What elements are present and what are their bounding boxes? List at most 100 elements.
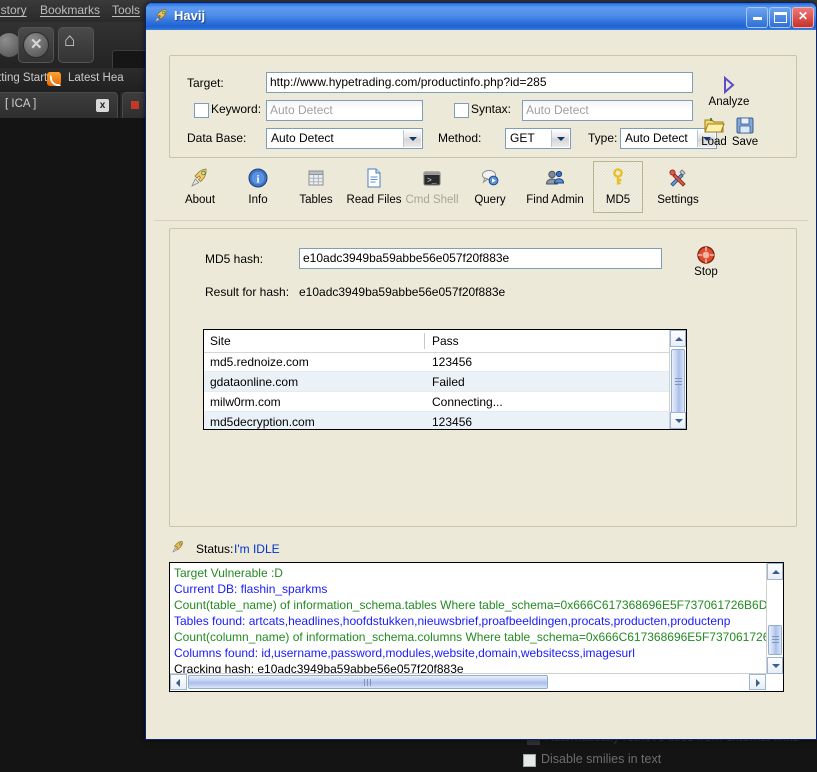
scroll-right-button[interactable] <box>749 674 766 690</box>
table-row[interactable]: milw0rm.com Connecting... <box>204 392 670 412</box>
log-vertical-scrollbar[interactable] <box>766 563 783 674</box>
menu-bookmarks[interactable]: Bookmarks <box>40 3 100 17</box>
log-line: Columns found: id,username,password,modu… <box>174 646 635 660</box>
table-row[interactable]: md5decryption.com 123456 <box>204 412 670 429</box>
md5-hash-input[interactable]: e10adc3949ba59abbe56e057f20f883e <box>299 248 662 269</box>
home-button[interactable]: ⌂ <box>58 27 94 63</box>
main-toolbar: About i Info Tables Read Files >_ Cmd Sh… <box>146 161 816 220</box>
window-titlebar[interactable]: Havij ✕ <box>146 3 816 31</box>
cell-site: md5decryption.com <box>210 415 315 429</box>
stop-circle-icon <box>686 245 726 265</box>
tab-cmd-shell-label: Cmd Shell <box>405 194 459 206</box>
bookmark-latest-headlines[interactable]: Latest Hea <box>68 72 124 84</box>
stop-button[interactable]: ✕ <box>18 27 54 63</box>
cell-pass: Failed <box>432 375 465 389</box>
analyze-label: Analyze <box>708 96 750 108</box>
menu-tools[interactable]: Tools <box>112 3 140 17</box>
label-disable-smilies: Disable smilies in text <box>541 752 662 766</box>
stop-button[interactable]: Stop <box>686 245 726 278</box>
vertical-scroll-thumb[interactable] <box>671 349 685 415</box>
scroll-left-button[interactable] <box>170 674 187 690</box>
log-vertical-scroll-thumb[interactable] <box>768 625 782 655</box>
log-line: Current DB: flashin_sparkms <box>174 582 328 596</box>
md5-results-grid: Site Pass md5.rednoize.com 123456 gdataonl… <box>203 329 687 430</box>
rocket-icon <box>171 166 229 192</box>
browser-tab-ica[interactable]: [ ICA ] x <box>0 92 118 119</box>
table-row[interactable]: md5.rednoize.com 123456 <box>204 352 670 372</box>
log-line: Target Vulnerable :D <box>174 566 283 580</box>
log-line: Count(column_name) of information_schema… <box>174 630 784 644</box>
checkbox-disable-smilies[interactable] <box>523 754 536 767</box>
type-label: Type: <box>588 131 618 145</box>
tab-find-admin[interactable]: Find Admin <box>519 162 591 212</box>
log-line: Tables found: artcats,headlines,hoofdstu… <box>174 614 731 628</box>
info-circle-icon: i <box>229 166 287 192</box>
save-button[interactable]: Save <box>728 115 762 148</box>
tab-tables-label: Tables <box>299 194 333 206</box>
log-horizontal-scrollbar[interactable] <box>170 673 783 691</box>
log-scroll-up-button[interactable] <box>767 563 783 580</box>
tab-about[interactable]: About <box>171 162 229 212</box>
syntax-input[interactable]: Auto Detect <box>522 100 693 121</box>
tools-icon <box>649 166 707 192</box>
tab-close-icon[interactable]: x <box>96 99 109 112</box>
database-select[interactable]: Auto Detect <box>266 128 423 149</box>
table-row[interactable]: gdataonline.com Failed <box>204 372 670 392</box>
tab-status-dot <box>131 101 139 109</box>
key-icon <box>594 166 642 192</box>
minimize-button[interactable] <box>746 7 768 28</box>
log-line: Count(table_name) of information_schema.… <box>174 598 781 612</box>
havij-window: Havij ✕ Target: http://www.hypetrading.c… <box>145 2 817 740</box>
maximize-button[interactable] <box>769 7 791 28</box>
md5-hash-label: MD5 hash: <box>205 252 264 266</box>
tab-info[interactable]: i Info <box>229 162 287 212</box>
tab-query[interactable]: Query <box>461 162 519 212</box>
syntax-label: Syntax: <box>471 102 512 116</box>
column-divider[interactable] <box>424 333 425 349</box>
column-header-pass[interactable]: Pass <box>432 334 459 348</box>
grid-vertical-scrollbar[interactable] <box>669 330 686 429</box>
chevron-down-icon[interactable] <box>403 130 421 147</box>
result-for-hash-label: Result for hash: <box>205 285 290 299</box>
method-select[interactable]: GET <box>505 128 571 149</box>
analyze-button[interactable]: Analyze <box>706 75 752 108</box>
scroll-up-button[interactable] <box>670 330 686 347</box>
column-header-site[interactable]: Site <box>210 334 231 348</box>
query-bubble-icon <box>461 166 519 192</box>
tab-label: [ ICA ] <box>5 98 37 110</box>
chevron-down-icon[interactable] <box>551 130 569 147</box>
svg-text:>_: >_ <box>427 177 437 186</box>
grid-header: Site Pass <box>204 330 686 353</box>
database-label: Data Base: <box>187 131 247 145</box>
tab-settings[interactable]: Settings <box>649 162 707 212</box>
cell-site: milw0rm.com <box>210 395 281 409</box>
load-label: Load <box>701 136 727 148</box>
load-button[interactable]: Load <box>697 115 731 148</box>
cell-pass: 123456 <box>432 415 473 429</box>
syntax-checkbox[interactable] <box>454 103 469 118</box>
log-scroll-down-button[interactable] <box>767 657 783 674</box>
window-client-area: Target: http://www.hypetrading.com/produ… <box>146 30 816 739</box>
keyword-checkbox[interactable] <box>194 103 209 118</box>
rss-icon <box>47 72 61 86</box>
menu-history[interactable]: istory <box>0 3 27 17</box>
tab-find-admin-label: Find Admin <box>526 194 584 206</box>
target-input[interactable]: http://www.hypetrading.com/productinfo.p… <box>266 72 693 93</box>
keyword-label: Keyword: <box>211 102 262 116</box>
document-icon <box>345 166 403 192</box>
window-title: Havij <box>174 8 206 23</box>
users-icon <box>519 166 591 192</box>
tab-cmd-shell[interactable]: >_ Cmd Shell <box>403 162 461 212</box>
folder-open-icon <box>697 115 731 135</box>
scroll-down-button[interactable] <box>670 412 686 429</box>
keyword-input[interactable]: Auto Detect <box>266 100 423 121</box>
status-log-box[interactable]: Target Vulnerable :D Current DB: flashin_… <box>169 562 784 692</box>
tab-read-files[interactable]: Read Files <box>345 162 403 212</box>
floppy-disk-icon <box>728 115 762 135</box>
horizontal-scroll-thumb[interactable] <box>188 675 548 689</box>
havij-rocket-icon <box>154 9 167 23</box>
close-button[interactable]: ✕ <box>792 7 814 28</box>
tab-md5[interactable]: MD5 <box>593 161 643 213</box>
tab-tables[interactable]: Tables <box>287 162 345 212</box>
md5-group: MD5 hash: e10adc3949ba59abbe56e057f20f88… <box>169 228 797 527</box>
